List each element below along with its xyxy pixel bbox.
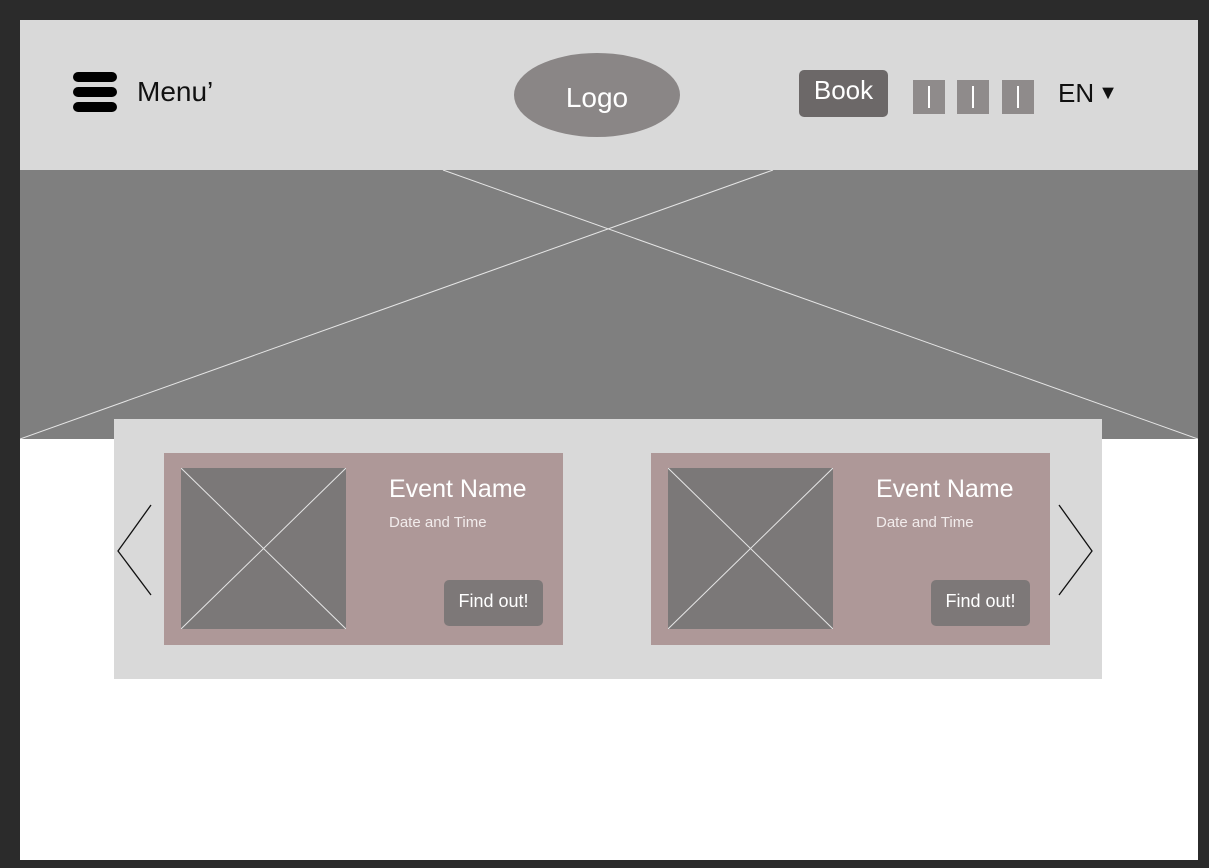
logo[interactable]: Logo bbox=[514, 53, 680, 137]
site-header: Menu’ Logo Book EN ▼ bbox=[20, 20, 1198, 170]
caret-down-icon: ▼ bbox=[1098, 82, 1118, 104]
event-datetime: Date and Time bbox=[389, 514, 487, 531]
chevron-right-icon[interactable] bbox=[1056, 503, 1096, 597]
placeholder-cross-icon bbox=[667, 467, 834, 630]
find-out-button[interactable]: Find out! bbox=[931, 580, 1030, 626]
event-card-2[interactable]: Event Name Date and Time Find out! bbox=[651, 453, 1050, 645]
event-name: Event Name bbox=[389, 475, 527, 503]
event-name: Event Name bbox=[876, 475, 1014, 503]
book-button[interactable]: Book bbox=[799, 70, 888, 117]
placeholder-cross-icon bbox=[20, 170, 1198, 439]
hamburger-icon bbox=[73, 72, 117, 112]
language-label: EN bbox=[1058, 78, 1095, 108]
page-frame: Menu’ Logo Book EN ▼ Event Name Date and… bbox=[20, 20, 1198, 860]
events-carousel: Event Name Date and Time Find out! Event… bbox=[114, 419, 1102, 679]
find-out-button[interactable]: Find out! bbox=[444, 580, 543, 626]
event-image-placeholder bbox=[180, 467, 347, 630]
social-icon-1[interactable] bbox=[913, 80, 945, 114]
menu-label: Menu’ bbox=[137, 76, 214, 107]
language-selector[interactable]: EN ▼ bbox=[1058, 78, 1118, 109]
chevron-left-icon[interactable] bbox=[114, 503, 154, 597]
event-datetime: Date and Time bbox=[876, 514, 974, 531]
social-icon-3[interactable] bbox=[1002, 80, 1034, 114]
social-icon-2[interactable] bbox=[957, 80, 989, 114]
hero-image-placeholder bbox=[20, 170, 1198, 439]
event-card-1[interactable]: Event Name Date and Time Find out! bbox=[164, 453, 563, 645]
menu-button[interactable]: Menu’ bbox=[73, 72, 213, 112]
event-image-placeholder bbox=[667, 467, 834, 630]
placeholder-cross-icon bbox=[180, 467, 347, 630]
